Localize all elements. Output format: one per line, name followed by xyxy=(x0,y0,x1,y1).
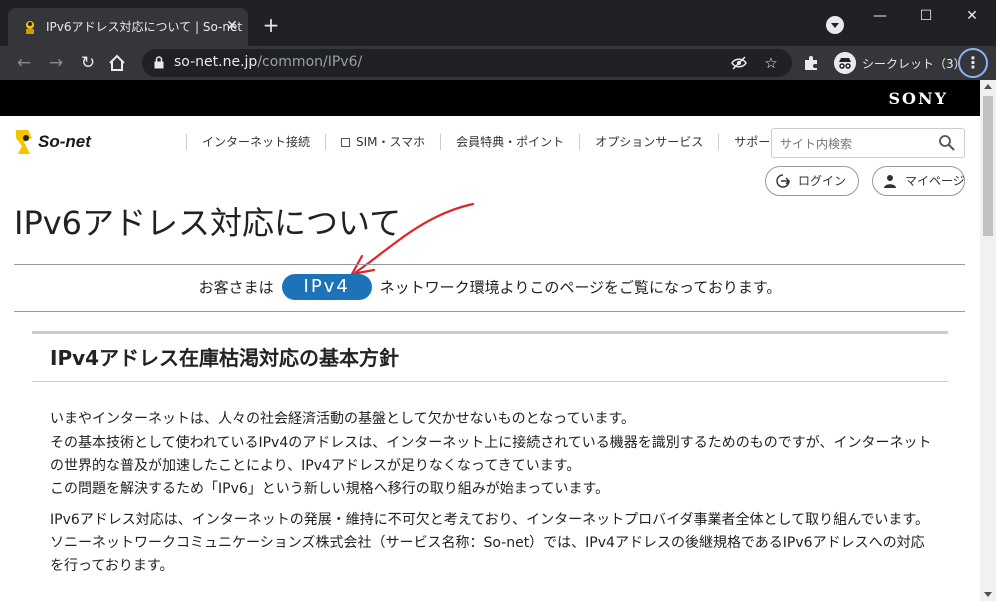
sonet-favicon-icon xyxy=(26,21,34,34)
body-paragraph-line: いまやインターネットは、人々の社会経済活動の基盤として欠かせないものとなっていま… xyxy=(50,411,636,427)
scroll-thumb[interactable] xyxy=(983,96,993,236)
nav-item-sim[interactable]: SIM・スマホ xyxy=(325,134,440,150)
maximize-button[interactable]: ☐ xyxy=(906,4,946,28)
sonet-logo-text: So-net xyxy=(38,132,91,151)
sonet-mascot-icon xyxy=(16,130,32,154)
browser-tab[interactable]: IPv6アドレス対応について | So-net ✕ xyxy=(8,8,248,46)
close-window-button[interactable]: ✕ xyxy=(952,4,992,28)
nav-item-sim-label: SIM・スマホ xyxy=(356,135,426,149)
body-paragraph-line: を行っております。 xyxy=(50,558,174,574)
body-paragraph-line: IPv6アドレス対応は、インターネットの発展・維持に不可欠と考えており、インター… xyxy=(50,512,929,528)
lock-icon xyxy=(154,56,164,69)
body-paragraph-line: の世界的な普及が加速したことにより、IPv4アドレスが足りなくなってきています。 xyxy=(50,458,581,474)
page-scrollbar[interactable] xyxy=(980,80,996,601)
incognito-indicator[interactable]: シークレット（3） xyxy=(832,50,966,76)
url-text: so-net.ne.jp/common/IPv6/ xyxy=(174,54,362,70)
forward-button[interactable]: → xyxy=(44,51,68,75)
global-nav: インターネット接続 SIM・スマホ 会員特典・ポイント オプションサービス サポ… xyxy=(186,134,797,150)
notice-prefix: お客さまは xyxy=(198,278,274,297)
bookmark-star-icon[interactable]: ☆ xyxy=(762,54,780,72)
section-top-bar xyxy=(32,331,948,334)
notice-top-rule xyxy=(14,264,965,265)
ip-notice: お客さまは IPv4 ネットワーク環境よりこのページをご覧になっております。 xyxy=(0,274,980,300)
url-path: /common/IPv6/ xyxy=(257,54,363,70)
mypage-button[interactable]: マイページ xyxy=(872,166,965,196)
body-paragraph-line: この問題を解決するため「IPv6」という新しい規格へ移行の取り組みが始まっていま… xyxy=(50,481,610,497)
minimize-button[interactable]: — xyxy=(860,4,900,28)
login-icon xyxy=(776,174,790,188)
home-icon[interactable] xyxy=(108,54,126,72)
nav-item-member-benefits[interactable]: 会員特典・ポイント xyxy=(440,134,579,150)
eye-off-icon[interactable] xyxy=(731,55,747,71)
scroll-down-arrow-icon[interactable] xyxy=(984,592,992,597)
sony-logo[interactable]: SONY xyxy=(888,89,948,108)
body-paragraph-line: ソニーネットワークコミュニケーションズ株式会社（サービス名称：So-net）では… xyxy=(50,535,925,551)
browser-titlebar: IPv6アドレス対応について | So-net ✕ + — ☐ ✕ xyxy=(0,0,996,46)
notice-bottom-rule xyxy=(14,311,965,312)
body-paragraph-line: その基本技術として使われているIPv4のアドレスは、インターネット上に接続されて… xyxy=(50,435,932,451)
scroll-up-arrow-icon[interactable] xyxy=(984,84,992,89)
tab-title: IPv6アドレス対応について | So-net xyxy=(46,20,243,34)
login-button[interactable]: ログイン xyxy=(765,166,859,196)
browser-toolbar: ← → ↻ so-net.ne.jp/common/IPv6/ ☆ シークレット… xyxy=(0,46,996,80)
site-search-input[interactable] xyxy=(780,135,930,153)
section-rule xyxy=(32,381,948,382)
tab-close-icon[interactable]: ✕ xyxy=(222,16,242,36)
browser-menu-button[interactable]: ⋮ xyxy=(958,48,988,78)
sony-header-bar: SONY xyxy=(0,80,980,116)
sonet-logo[interactable]: So-net xyxy=(14,128,114,162)
url-host: so-net.ne.jp xyxy=(174,54,258,70)
section-title: IPv4アドレス在庫枯渇対応の基本方針 xyxy=(50,346,400,370)
site-search-box xyxy=(771,128,965,158)
ip-version-badge: IPv4 xyxy=(281,274,372,300)
search-icon[interactable] xyxy=(938,134,956,152)
login-label: ログイン xyxy=(798,174,847,188)
extensions-icon[interactable] xyxy=(802,54,820,72)
nav-item-option-services[interactable]: オプションサービス xyxy=(579,134,718,150)
incognito-icon xyxy=(834,52,856,74)
mypage-label: マイページ xyxy=(905,174,965,188)
new-tab-button[interactable]: + xyxy=(260,14,282,36)
sim-icon xyxy=(341,138,351,147)
notice-suffix: ネットワーク環境よりこのページをご覧になっております。 xyxy=(379,278,782,297)
tab-search-icon[interactable] xyxy=(826,16,844,34)
red-arrow-annotation xyxy=(350,202,475,276)
nav-item-internet[interactable]: インターネット接続 xyxy=(186,134,325,150)
back-button[interactable]: ← xyxy=(12,51,36,75)
address-bar[interactable]: so-net.ne.jp/common/IPv6/ ☆ xyxy=(142,49,792,77)
web-page: SONY So-net インターネット接続 SIM・スマホ 会員特典・ポイント … xyxy=(0,80,980,601)
user-icon xyxy=(884,175,896,188)
incognito-label: シークレット（3） xyxy=(862,57,966,71)
reload-button[interactable]: ↻ xyxy=(76,51,100,75)
